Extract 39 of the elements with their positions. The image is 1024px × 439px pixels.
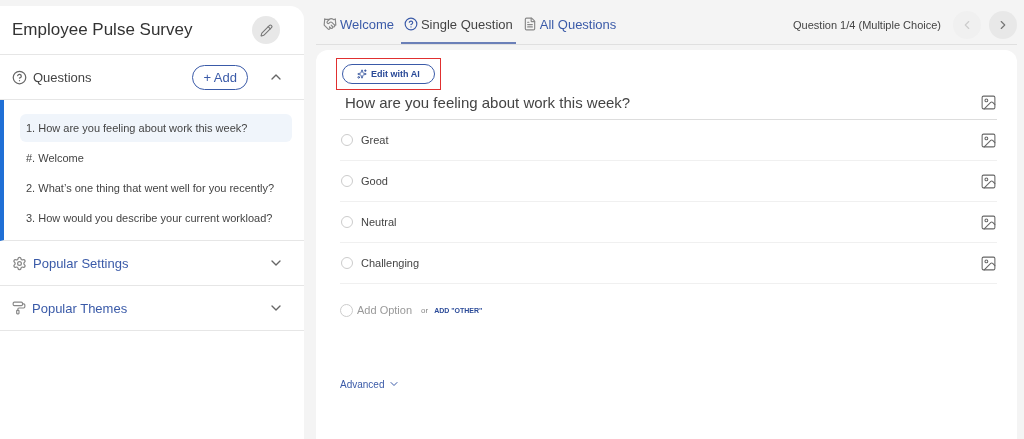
document-icon xyxy=(522,17,537,31)
sparkle-icon xyxy=(357,69,367,79)
help-icon xyxy=(12,69,27,85)
handshake-icon xyxy=(323,17,337,31)
radio-button[interactable] xyxy=(341,134,353,146)
section-title: Questions xyxy=(33,69,93,85)
option-label[interactable]: Neutral xyxy=(361,216,980,228)
paint-roller-icon xyxy=(12,301,26,315)
image-icon[interactable] xyxy=(980,172,997,190)
radio-button[interactable] xyxy=(341,257,353,269)
advanced-toggle[interactable]: Advanced xyxy=(340,378,401,390)
question-text[interactable]: How are you feeling about work this week? xyxy=(345,94,631,111)
pencil-icon xyxy=(259,23,273,37)
add-button[interactable]: + Add xyxy=(192,64,248,90)
image-icon[interactable] xyxy=(980,254,997,272)
radio-button[interactable] xyxy=(341,216,353,228)
option-label[interactable]: Great xyxy=(361,134,980,146)
tab[interactable]: Single Question xyxy=(400,6,516,44)
or-text: or xyxy=(421,305,429,315)
section-title[interactable]: Popular Settings xyxy=(33,255,262,271)
question-item[interactable]: 1. How are you feeling about work this week? xyxy=(20,114,292,142)
question-counter: Question 1/4 (Multiple Choice) xyxy=(793,19,941,31)
edit-with-ai-button[interactable]: Edit with AI xyxy=(342,64,435,84)
edit-button[interactable] xyxy=(252,16,280,44)
help-icon xyxy=(403,17,418,31)
radio-button[interactable] xyxy=(341,175,353,187)
option-label[interactable]: Challenging xyxy=(361,257,980,269)
image-icon[interactable] xyxy=(980,94,997,111)
image-icon[interactable] xyxy=(980,131,997,149)
question-item[interactable]: 2. What’s one thing that went well for you recently? xyxy=(20,174,292,202)
tab[interactable]: All Questions xyxy=(519,6,620,44)
gear-icon xyxy=(12,255,27,271)
image-icon[interactable] xyxy=(980,213,997,231)
survey-title: Employee Pulse Survey xyxy=(12,20,193,40)
question-item[interactable]: #. Welcome xyxy=(20,144,292,172)
question-item[interactable]: 3. How would you describe your current workload? xyxy=(20,204,292,232)
option-label[interactable]: Good xyxy=(361,175,980,187)
tab[interactable]: Welcome xyxy=(320,6,397,44)
section-title[interactable]: Popular Themes xyxy=(32,300,262,316)
